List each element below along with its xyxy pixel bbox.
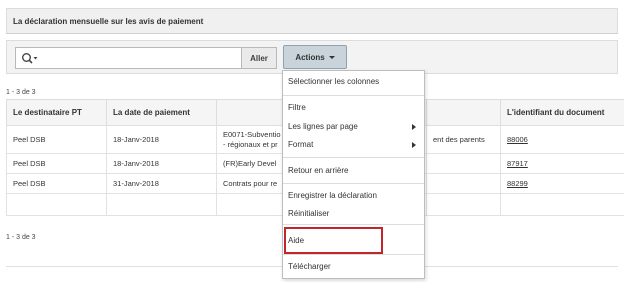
search-icon[interactable] bbox=[21, 52, 39, 66]
menu-item-format[interactable]: Format bbox=[288, 140, 313, 149]
menu-item-flashback[interactable]: Retour en arrière bbox=[288, 166, 348, 175]
cell-empty bbox=[106, 193, 217, 216]
pagination-top: 1 - 3 de 3 bbox=[6, 89, 36, 96]
chevron-right-icon bbox=[412, 124, 416, 130]
chevron-down-icon bbox=[328, 55, 335, 59]
column-header-recipient[interactable]: Le destinataire PT bbox=[6, 99, 107, 126]
cell-document-id: 88006 bbox=[500, 125, 624, 154]
menu-item-download[interactable]: Télécharger bbox=[288, 262, 331, 271]
menu-item-rows-per-page[interactable]: Les lignes par page bbox=[288, 122, 358, 131]
menu-item-filter[interactable]: Filtre bbox=[288, 103, 306, 112]
cell-empty bbox=[500, 193, 624, 216]
menu-divider bbox=[283, 95, 424, 96]
cell-empty bbox=[6, 193, 107, 216]
search-input[interactable] bbox=[42, 50, 240, 66]
pagination-bottom: 1 - 3 de 3 bbox=[6, 234, 36, 241]
cell-recipient: Peel DSB bbox=[6, 125, 107, 154]
menu-divider bbox=[283, 224, 424, 225]
cell-payment-date: 18-Janv-2018 bbox=[106, 153, 217, 174]
go-button[interactable]: Aller bbox=[241, 47, 277, 69]
cell-document-id: 88299 bbox=[500, 173, 624, 194]
actions-button[interactable]: Actions bbox=[283, 45, 347, 69]
cell-payment-date: 18-Janv-2018 bbox=[106, 125, 217, 154]
chevron-right-icon bbox=[412, 142, 416, 148]
cell-document-id: 87917 bbox=[500, 153, 624, 174]
report-toolbar: Aller Actions bbox=[6, 40, 618, 74]
column-header-document-id[interactable]: L'identifiant du document bbox=[500, 99, 624, 126]
search-box[interactable] bbox=[15, 47, 243, 69]
column-header-payment-date[interactable]: La date de paiement bbox=[106, 99, 217, 126]
region-title: La déclaration mensuelle sur les avis de… bbox=[13, 16, 204, 26]
cell-description-overflow bbox=[426, 153, 501, 174]
menu-item-reset[interactable]: Réinitialiser bbox=[288, 209, 329, 218]
menu-divider bbox=[283, 157, 424, 158]
cell-description-overflow bbox=[426, 173, 501, 194]
document-id-link[interactable]: 88006 bbox=[507, 135, 528, 144]
actions-label: Actions bbox=[295, 52, 325, 62]
document-id-link[interactable]: 87917 bbox=[507, 159, 528, 168]
menu-item-help[interactable]: Aide bbox=[288, 236, 304, 245]
cell-empty bbox=[426, 193, 501, 216]
cell-payment-date: 31-Janv-2018 bbox=[106, 173, 217, 194]
menu-item-save-report[interactable]: Enregistrer la déclaration bbox=[288, 191, 377, 200]
cell-description-overflow: ent des parents bbox=[426, 125, 501, 154]
cell-recipient: Peel DSB bbox=[6, 173, 107, 194]
document-id-link[interactable]: 88299 bbox=[507, 179, 528, 188]
menu-divider bbox=[283, 254, 424, 255]
cell-recipient: Peel DSB bbox=[6, 153, 107, 174]
column-header-extra[interactable] bbox=[426, 99, 501, 126]
actions-menu: Sélectionner les colonnes Filtre Les lig… bbox=[282, 70, 425, 279]
region-header: La déclaration mensuelle sur les avis de… bbox=[6, 8, 618, 34]
menu-item-select-columns[interactable]: Sélectionner les colonnes bbox=[288, 77, 379, 86]
menu-divider bbox=[283, 183, 424, 184]
